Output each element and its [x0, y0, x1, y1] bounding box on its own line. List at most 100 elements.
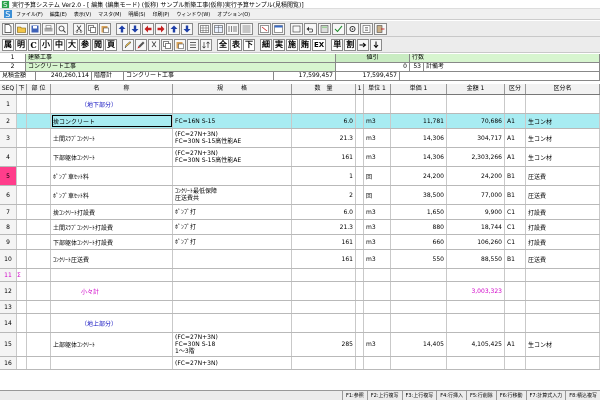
lower-button[interactable]: 下: [243, 38, 255, 51]
row-flag[interactable]: [356, 205, 364, 219]
row-category[interactable]: B1: [505, 167, 526, 185]
arrow-right-small-icon[interactable]: [357, 38, 370, 51]
row-flag[interactable]: [356, 95, 364, 113]
table-row[interactable]: 12 小々計 3,003,323: [0, 282, 600, 301]
row-lower[interactable]: [17, 250, 27, 268]
col-name[interactable]: 名 称: [51, 84, 173, 94]
row-seq[interactable]: 6: [0, 186, 17, 204]
row-seq[interactable]: 5: [0, 167, 17, 185]
ref-button[interactable]: 参: [79, 38, 91, 51]
table-row[interactable]: 4 下部躯体ｺﾝｸﾘｰﾄ (FC=27N+3N) FC=30N S-15高性能AE 16…: [0, 148, 600, 167]
row-seq[interactable]: 8: [0, 220, 17, 234]
row-flag[interactable]: [356, 301, 364, 313]
row-lower[interactable]: [17, 357, 27, 369]
row-part[interactable]: [27, 333, 51, 356]
menu-window[interactable]: ウィンドウ(W): [176, 11, 210, 18]
row-part[interactable]: [27, 235, 51, 249]
col-category[interactable]: 区分: [505, 84, 526, 94]
paste-row-icon[interactable]: [174, 38, 186, 51]
row-flag[interactable]: [356, 220, 364, 234]
row-amount[interactable]: 9,900: [447, 205, 505, 219]
calc-icon[interactable]: [318, 22, 331, 35]
row-category[interactable]: B1: [505, 186, 526, 204]
row-category-name[interactable]: [526, 357, 600, 369]
row-spec[interactable]: [173, 269, 292, 281]
table-row[interactable]: 11 Σ: [0, 269, 600, 282]
row-flag[interactable]: [356, 167, 364, 185]
row-seq[interactable]: 4: [0, 148, 17, 166]
row-flag[interactable]: [356, 250, 364, 268]
grid-icon[interactable]: [198, 22, 211, 35]
medium-button[interactable]: 中: [53, 38, 65, 51]
row-flag[interactable]: [356, 357, 364, 369]
cut-icon[interactable]: [73, 22, 85, 35]
row-lower[interactable]: [17, 186, 27, 204]
row-price[interactable]: [391, 269, 447, 281]
table-row[interactable]: 3 土間ｽﾗﾌﾞｺﾝｸﾘｰﾄ (FC=27N+3N) FC=30N S-15高性能AE…: [0, 129, 600, 148]
row-unit[interactable]: m3: [364, 235, 391, 249]
row-lower[interactable]: [17, 301, 27, 313]
row-price[interactable]: 24,200: [391, 167, 447, 185]
menu-detail[interactable]: 明細(S): [128, 11, 145, 18]
row-amount[interactable]: 304,717: [447, 129, 505, 147]
list-icon[interactable]: [187, 38, 199, 51]
window-icon[interactable]: [272, 22, 285, 35]
small-button[interactable]: 小: [40, 38, 52, 51]
col-amount[interactable]: 金額 1: [447, 84, 505, 94]
discount-value[interactable]: 0: [336, 63, 410, 72]
row-part[interactable]: [27, 269, 51, 281]
row-amount[interactable]: 18,744: [447, 220, 505, 234]
row-qty[interactable]: 161: [292, 235, 356, 249]
arrow-left-icon[interactable]: [142, 22, 154, 35]
table-row[interactable]: 15 上部躯体ｺﾝｸﾘｰﾄ (FC=27N+3N) FC=30N S-18 1～3階 28…: [0, 333, 600, 357]
col-seq[interactable]: SEQ: [0, 84, 17, 94]
row-seq[interactable]: 11: [0, 269, 17, 281]
row-amount[interactable]: [447, 301, 505, 313]
row-qty[interactable]: [292, 95, 356, 113]
row-seq[interactable]: 1: [0, 95, 17, 113]
table-row[interactable]: 5 ﾎﾟﾝﾌﾟ車ｾｯﾄ料 1 回 24,200 24,200 B1 圧送費: [0, 167, 600, 186]
row-category-name[interactable]: [526, 95, 600, 113]
columns-icon[interactable]: [226, 22, 239, 35]
row-category-name[interactable]: 打設費: [526, 220, 600, 234]
col-spec[interactable]: 規 格: [173, 84, 292, 94]
row-name[interactable]: ﾎﾟﾝﾌﾟ車ｾｯﾄ料: [51, 186, 173, 204]
table-row[interactable]: 16 (FC=27N+3N): [0, 357, 600, 370]
row-name[interactable]: 捨コンクリート: [51, 114, 173, 128]
arrow-up-alt-icon[interactable]: [168, 22, 180, 35]
row-category[interactable]: [505, 95, 526, 113]
row-price[interactable]: 11,781: [391, 114, 447, 128]
row-unit[interactable]: m3: [364, 333, 391, 356]
row-qty[interactable]: [292, 314, 356, 332]
row-amount[interactable]: 4,105,425: [447, 333, 505, 356]
sort-icon[interactable]: [200, 38, 212, 51]
edit-icon[interactable]: [122, 38, 134, 51]
row-category-name[interactable]: 圧送費: [526, 167, 600, 185]
row-amount[interactable]: [447, 314, 505, 332]
fine-button[interactable]: 細: [260, 38, 272, 51]
print-icon[interactable]: [42, 22, 55, 35]
menu-option[interactable]: オプション(O): [217, 11, 250, 18]
row-lower[interactable]: [17, 314, 27, 332]
row-qty[interactable]: 161: [292, 250, 356, 268]
row-unit[interactable]: m3: [364, 250, 391, 268]
row-unit[interactable]: [364, 301, 391, 313]
row-category-name[interactable]: [526, 314, 600, 332]
unit-button[interactable]: 単: [331, 38, 344, 51]
row-seq[interactable]: 10: [0, 250, 17, 268]
row-price[interactable]: [391, 314, 447, 332]
row-name[interactable]: ｺﾝｸﾘｰﾄ圧送費: [51, 250, 173, 268]
arrow-down-icon[interactable]: [129, 22, 141, 35]
row-flag[interactable]: [356, 235, 364, 249]
row-lower[interactable]: [17, 129, 27, 147]
row-flag[interactable]: [356, 333, 364, 356]
table-row[interactable]: 2 捨コンクリート FC=16N S-15 6.0 m3 11,781 70,686 A1 生コ…: [0, 114, 600, 129]
row-name[interactable]: [51, 357, 173, 369]
row-price[interactable]: 1,650: [391, 205, 447, 219]
row-seq[interactable]: 15: [0, 333, 17, 356]
row-seq[interactable]: 16: [0, 357, 17, 369]
row-flag[interactable]: [356, 148, 364, 166]
row-price[interactable]: 14,306: [391, 129, 447, 147]
row-price[interactable]: [391, 357, 447, 369]
row-flag[interactable]: [356, 129, 364, 147]
